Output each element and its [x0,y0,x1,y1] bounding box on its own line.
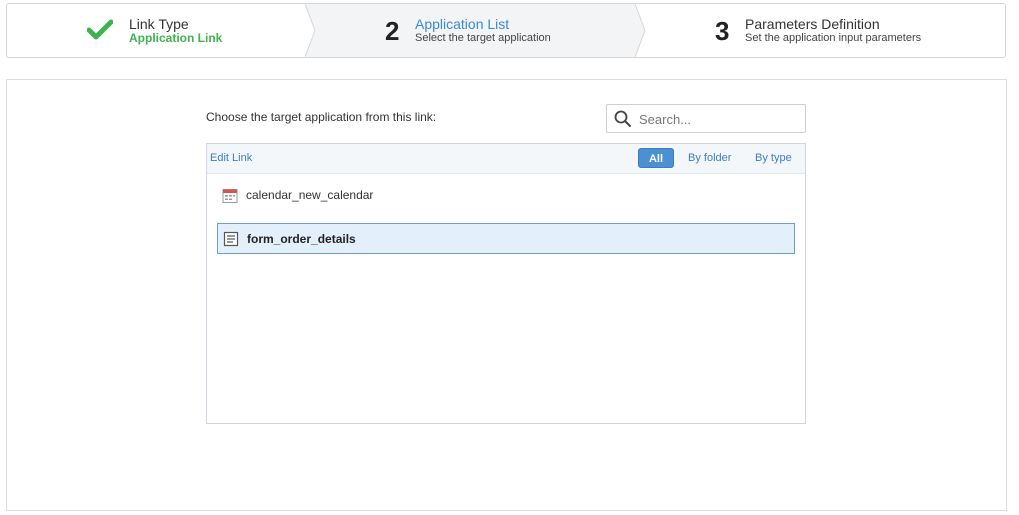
filter-by-folder-button[interactable]: By folder [688,148,731,168]
application-list: Edit Link All By folder By type calendar… [206,143,806,424]
list-item-label: form_order_details [247,232,356,246]
step-number: 3 [715,16,730,46]
list-item-selected[interactable]: form_order_details [217,223,795,254]
step-title: Application List [415,16,510,32]
list-item[interactable]: calendar_new_calendar [217,180,795,211]
step-link-type[interactable]: Link Type Application Link [7,4,305,57]
step-subtitle: Application Link [129,31,223,45]
form-icon [223,231,239,250]
step-separator [305,4,316,57]
step-separator [635,4,646,57]
step-subtitle: Set the application input parameters [745,32,922,44]
checkmark-icon [86,19,114,46]
filter-by-type-button[interactable]: By type [755,148,792,168]
search-input[interactable] [637,109,801,130]
search-icon [614,110,632,133]
step-subtitle: Select the target application [415,32,551,44]
edit-link[interactable]: Edit Link [210,152,252,164]
step-title: Link Type [129,16,189,32]
step-title: Parameters Definition [745,16,880,32]
prompt-label: Choose the target application from this … [206,110,437,124]
list-item-label: calendar_new_calendar [246,188,374,202]
calendar-icon [222,188,238,207]
wizard-stepper: Link Type Application Link 2 Application… [6,3,1006,58]
step-parameters-definition[interactable]: 3 Parameters Definition Set the applicat… [635,4,1005,57]
filter-all-button[interactable]: All [638,148,674,168]
step-number: 2 [385,16,400,46]
list-toolbar: Edit Link All By folder By type [207,144,805,174]
step-application-list[interactable]: 2 Application List Select the target app… [305,4,635,57]
search-box[interactable] [606,104,806,133]
